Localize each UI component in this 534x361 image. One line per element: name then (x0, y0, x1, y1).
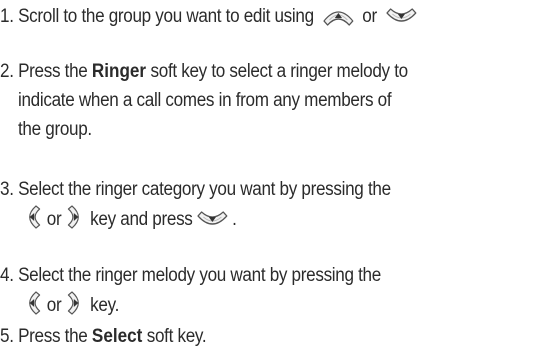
step-1-text: 1. Scroll to the group you want to edit … (0, 6, 319, 27)
step-2-suffix: soft key to select a ringer melody to (146, 61, 409, 82)
step-4-line-2: or key. (0, 290, 481, 320)
step-3-or: or (46, 209, 62, 230)
step-5-line: 5. Press the Select soft key. (0, 322, 481, 351)
step-5-prefix: 5. Press the (0, 326, 92, 347)
nav-down-key-icon (385, 5, 417, 27)
ringer-keyword: Ringer (91, 61, 147, 82)
step-5-suffix: soft key. (142, 326, 207, 347)
nav-down-key-icon (196, 208, 228, 230)
nav-right-key-icon (67, 290, 85, 316)
step-4-key: key. (90, 295, 120, 316)
select-keyword: Select (91, 326, 143, 347)
step-4: 4. Select the ringer melody you want by … (0, 261, 481, 320)
step-3: 3. Select the ringer category you want b… (0, 175, 481, 234)
step-1-line: 1. Scroll to the group you want to edit … (0, 2, 481, 31)
step-3-line-2: or key and press . (0, 204, 481, 234)
step-2-line-3: the group. (18, 119, 92, 140)
step-3-end: . (232, 209, 237, 230)
step-2-line-2: indicate when a call comes in from any m… (18, 90, 392, 111)
instruction-page: 1. Scroll to the group you want to edit … (0, 0, 534, 361)
step-3-line-1: 3. Select the ringer category you want b… (0, 179, 391, 200)
step-1-or: or (357, 6, 382, 27)
nav-right-key-icon (67, 204, 85, 230)
step-4-or: or (46, 295, 62, 316)
step-1: 1. Scroll to the group you want to edit … (0, 2, 481, 31)
nav-left-key-icon (23, 204, 41, 230)
step-3-key-and-press: key and press (90, 209, 193, 230)
step-2-prefix: 2. Press the (0, 61, 92, 82)
step-2: 2. Press the Ringer soft key to select a… (0, 57, 481, 144)
step-4-line-1: 4. Select the ringer melody you want by … (0, 265, 381, 286)
step-5: 5. Press the Select soft key. (0, 322, 481, 351)
nav-up-key-icon (322, 5, 354, 27)
nav-left-key-icon (23, 290, 41, 316)
step-2-line-1: 2. Press the Ringer soft key to select a… (0, 57, 481, 86)
